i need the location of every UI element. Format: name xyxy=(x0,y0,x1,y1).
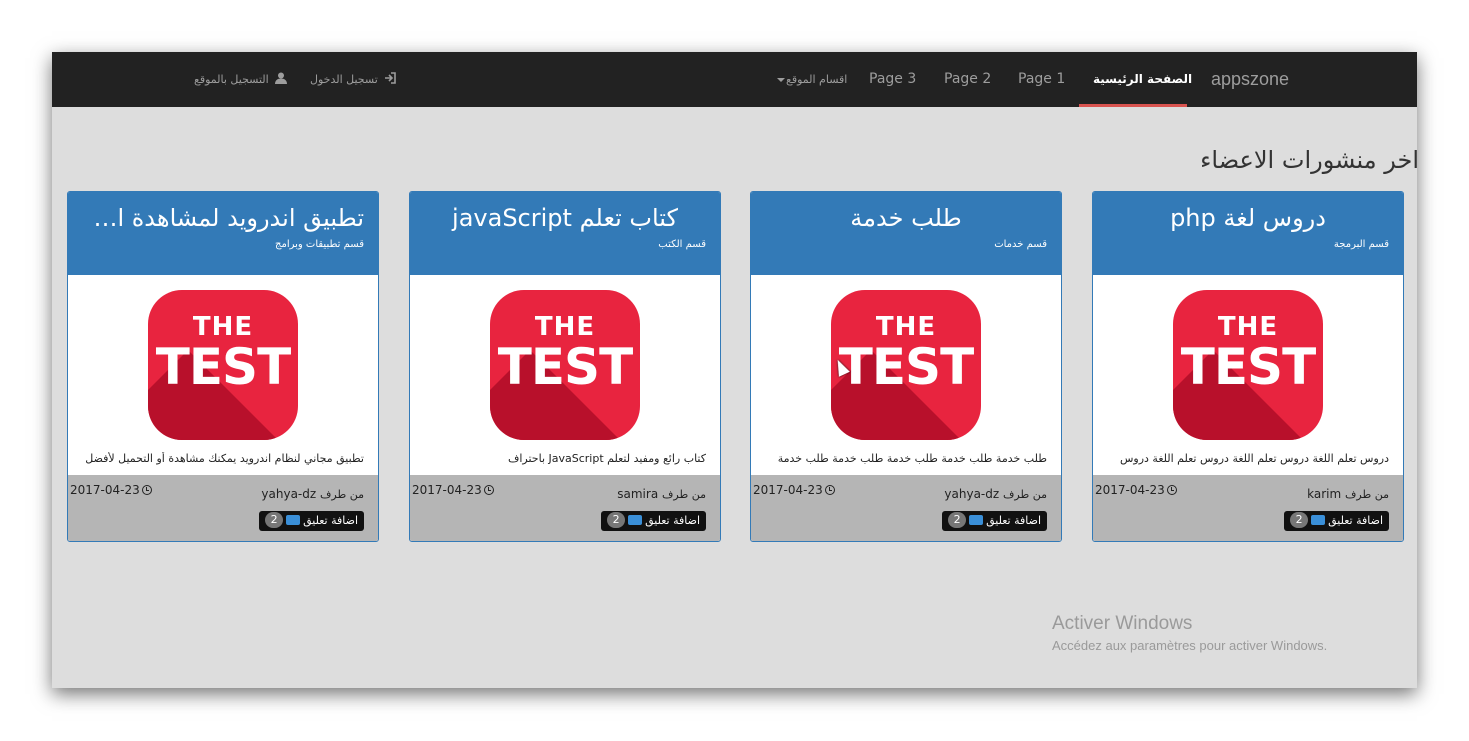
comment-count-badge: 2 xyxy=(265,512,284,528)
author-link[interactable]: yahya-dz xyxy=(944,487,999,501)
post-card[interactable]: تطبيق اندرويد لمشاهدة الا... قسم تطبيقات… xyxy=(67,191,379,542)
author-link[interactable]: karim xyxy=(1307,487,1341,501)
comment-count-badge: 2 xyxy=(607,512,626,528)
card-description: كتاب رائع ومفيد لتعلم JavaScript باحتراف xyxy=(507,452,706,465)
card-description: طلب خدمة طلب خدمة طلب خدمة طلب خدمة طلب … xyxy=(777,452,1047,465)
nav-page-1[interactable]: Page 1 xyxy=(1018,52,1065,107)
card-thumbnail[interactable]: THE TEST xyxy=(148,290,298,440)
author-link[interactable]: samira xyxy=(617,487,658,501)
comment-count-badge: 2 xyxy=(1290,512,1309,528)
card-thumbnail[interactable]: THE TEST xyxy=(1173,290,1323,440)
card-footer: من طرف yahya-dz 2017-04-23 اضافة تعليق2 xyxy=(751,475,1061,541)
nav-sections-label: اقسام الموقع xyxy=(786,73,848,86)
user-icon xyxy=(275,53,288,108)
nav-page-3[interactable]: Page 3 xyxy=(869,52,916,107)
nav-register-label: التسجيل بالموقع xyxy=(194,73,269,86)
nav-login[interactable]: تسجيل الدخول xyxy=(310,52,397,107)
add-comment-button[interactable]: اضافة تعليق2 xyxy=(601,511,706,531)
nav-page-2[interactable]: Page 2 xyxy=(944,52,991,107)
nav-home[interactable]: الصفحة الرئيسية xyxy=(1093,52,1192,107)
nav-sections-dropdown[interactable]: اقسام الموقع xyxy=(777,52,847,107)
clock-icon xyxy=(483,485,494,495)
author-link[interactable]: yahya-dz xyxy=(261,487,316,501)
caret-down-icon xyxy=(777,78,785,82)
browser-viewport: appszone الصفحة الرئيسية Page 1 Page 2 P… xyxy=(52,52,1417,688)
card-author: من طرف yahya-dz xyxy=(944,487,1047,501)
nav-login-label: تسجيل الدخول xyxy=(310,73,378,86)
nav-active-indicator xyxy=(1079,104,1187,107)
card-thumbnail[interactable]: THE TEST xyxy=(490,290,640,440)
card-title[interactable]: طلب خدمة xyxy=(765,202,1047,234)
card-description: تطبيق مجاني لنظام اندرويد يمكنك مشاهدة أ… xyxy=(85,452,364,465)
card-description: دروس تعلم اللغة دروس تعلم اللغة دروس تعل… xyxy=(1119,452,1389,465)
comment-icon xyxy=(628,515,643,525)
card-footer: من طرف yahya-dz 2017-04-23 اضافة تعليق2 xyxy=(68,475,378,541)
card-header: طلب خدمة قسم خدمات xyxy=(751,192,1061,275)
comment-icon xyxy=(969,515,984,525)
card-thumbnail[interactable]: THE TEST xyxy=(831,290,981,440)
card-footer: من طرف karim 2017-04-23 اضافة تعليق2 xyxy=(1093,475,1403,541)
card-header: دروس لغة php قسم البرمجة xyxy=(1093,192,1403,275)
comment-icon xyxy=(286,515,301,525)
add-comment-button[interactable]: اضافة تعليق2 xyxy=(1284,511,1389,531)
card-category[interactable]: قسم الكتب xyxy=(658,239,706,250)
top-navbar: appszone الصفحة الرئيسية Page 1 Page 2 P… xyxy=(52,52,1417,107)
card-header: تطبيق اندرويد لمشاهدة الا... قسم تطبيقات… xyxy=(68,192,378,275)
sign-in-icon xyxy=(384,53,397,108)
card-date: 2017-04-23 xyxy=(1095,483,1177,497)
card-date: 2017-04-23 xyxy=(753,483,835,497)
card-author: من طرف karim xyxy=(1307,487,1389,501)
card-title[interactable]: دروس لغة php xyxy=(1107,202,1389,234)
card-category[interactable]: قسم خدمات xyxy=(994,239,1047,250)
brand-link[interactable]: appszone xyxy=(1211,52,1289,107)
nav-register[interactable]: التسجيل بالموقع xyxy=(194,52,288,108)
post-card[interactable]: طلب خدمة قسم خدمات THE TEST طلب خدمة طلب… xyxy=(750,191,1062,542)
card-title[interactable]: تطبيق اندرويد لمشاهدة الا... xyxy=(82,202,364,234)
post-card[interactable]: دروس لغة php قسم البرمجة THE TEST دروس ت… xyxy=(1092,191,1404,542)
post-card[interactable]: كتاب تعلم javaScript قسم الكتب THE TEST … xyxy=(409,191,721,542)
add-comment-button[interactable]: اضافة تعليق2 xyxy=(942,511,1047,531)
add-comment-button[interactable]: اضافة تعليق2 xyxy=(259,511,364,531)
clock-icon xyxy=(141,485,152,495)
card-date: 2017-04-23 xyxy=(412,483,494,497)
card-category[interactable]: قسم البرمجة xyxy=(1334,239,1389,250)
card-author: من طرف samira xyxy=(617,487,706,501)
section-title: اخر منشورات الاعضاء xyxy=(1200,146,1417,174)
card-footer: من طرف samira 2017-04-23 اضافة تعليق2 xyxy=(410,475,720,541)
windows-activation-watermark: Activer Windows Accédez aux paramètres p… xyxy=(1052,613,1328,653)
clock-icon xyxy=(824,485,835,495)
card-category[interactable]: قسم تطبيقات وبرامج xyxy=(275,239,364,250)
clock-icon xyxy=(1166,485,1177,495)
card-title[interactable]: كتاب تعلم javaScript xyxy=(424,202,706,234)
card-author: من طرف yahya-dz xyxy=(261,487,364,501)
card-date: 2017-04-23 xyxy=(70,483,152,497)
comment-icon xyxy=(1311,515,1326,525)
card-header: كتاب تعلم javaScript قسم الكتب xyxy=(410,192,720,275)
comment-count-badge: 2 xyxy=(948,512,967,528)
